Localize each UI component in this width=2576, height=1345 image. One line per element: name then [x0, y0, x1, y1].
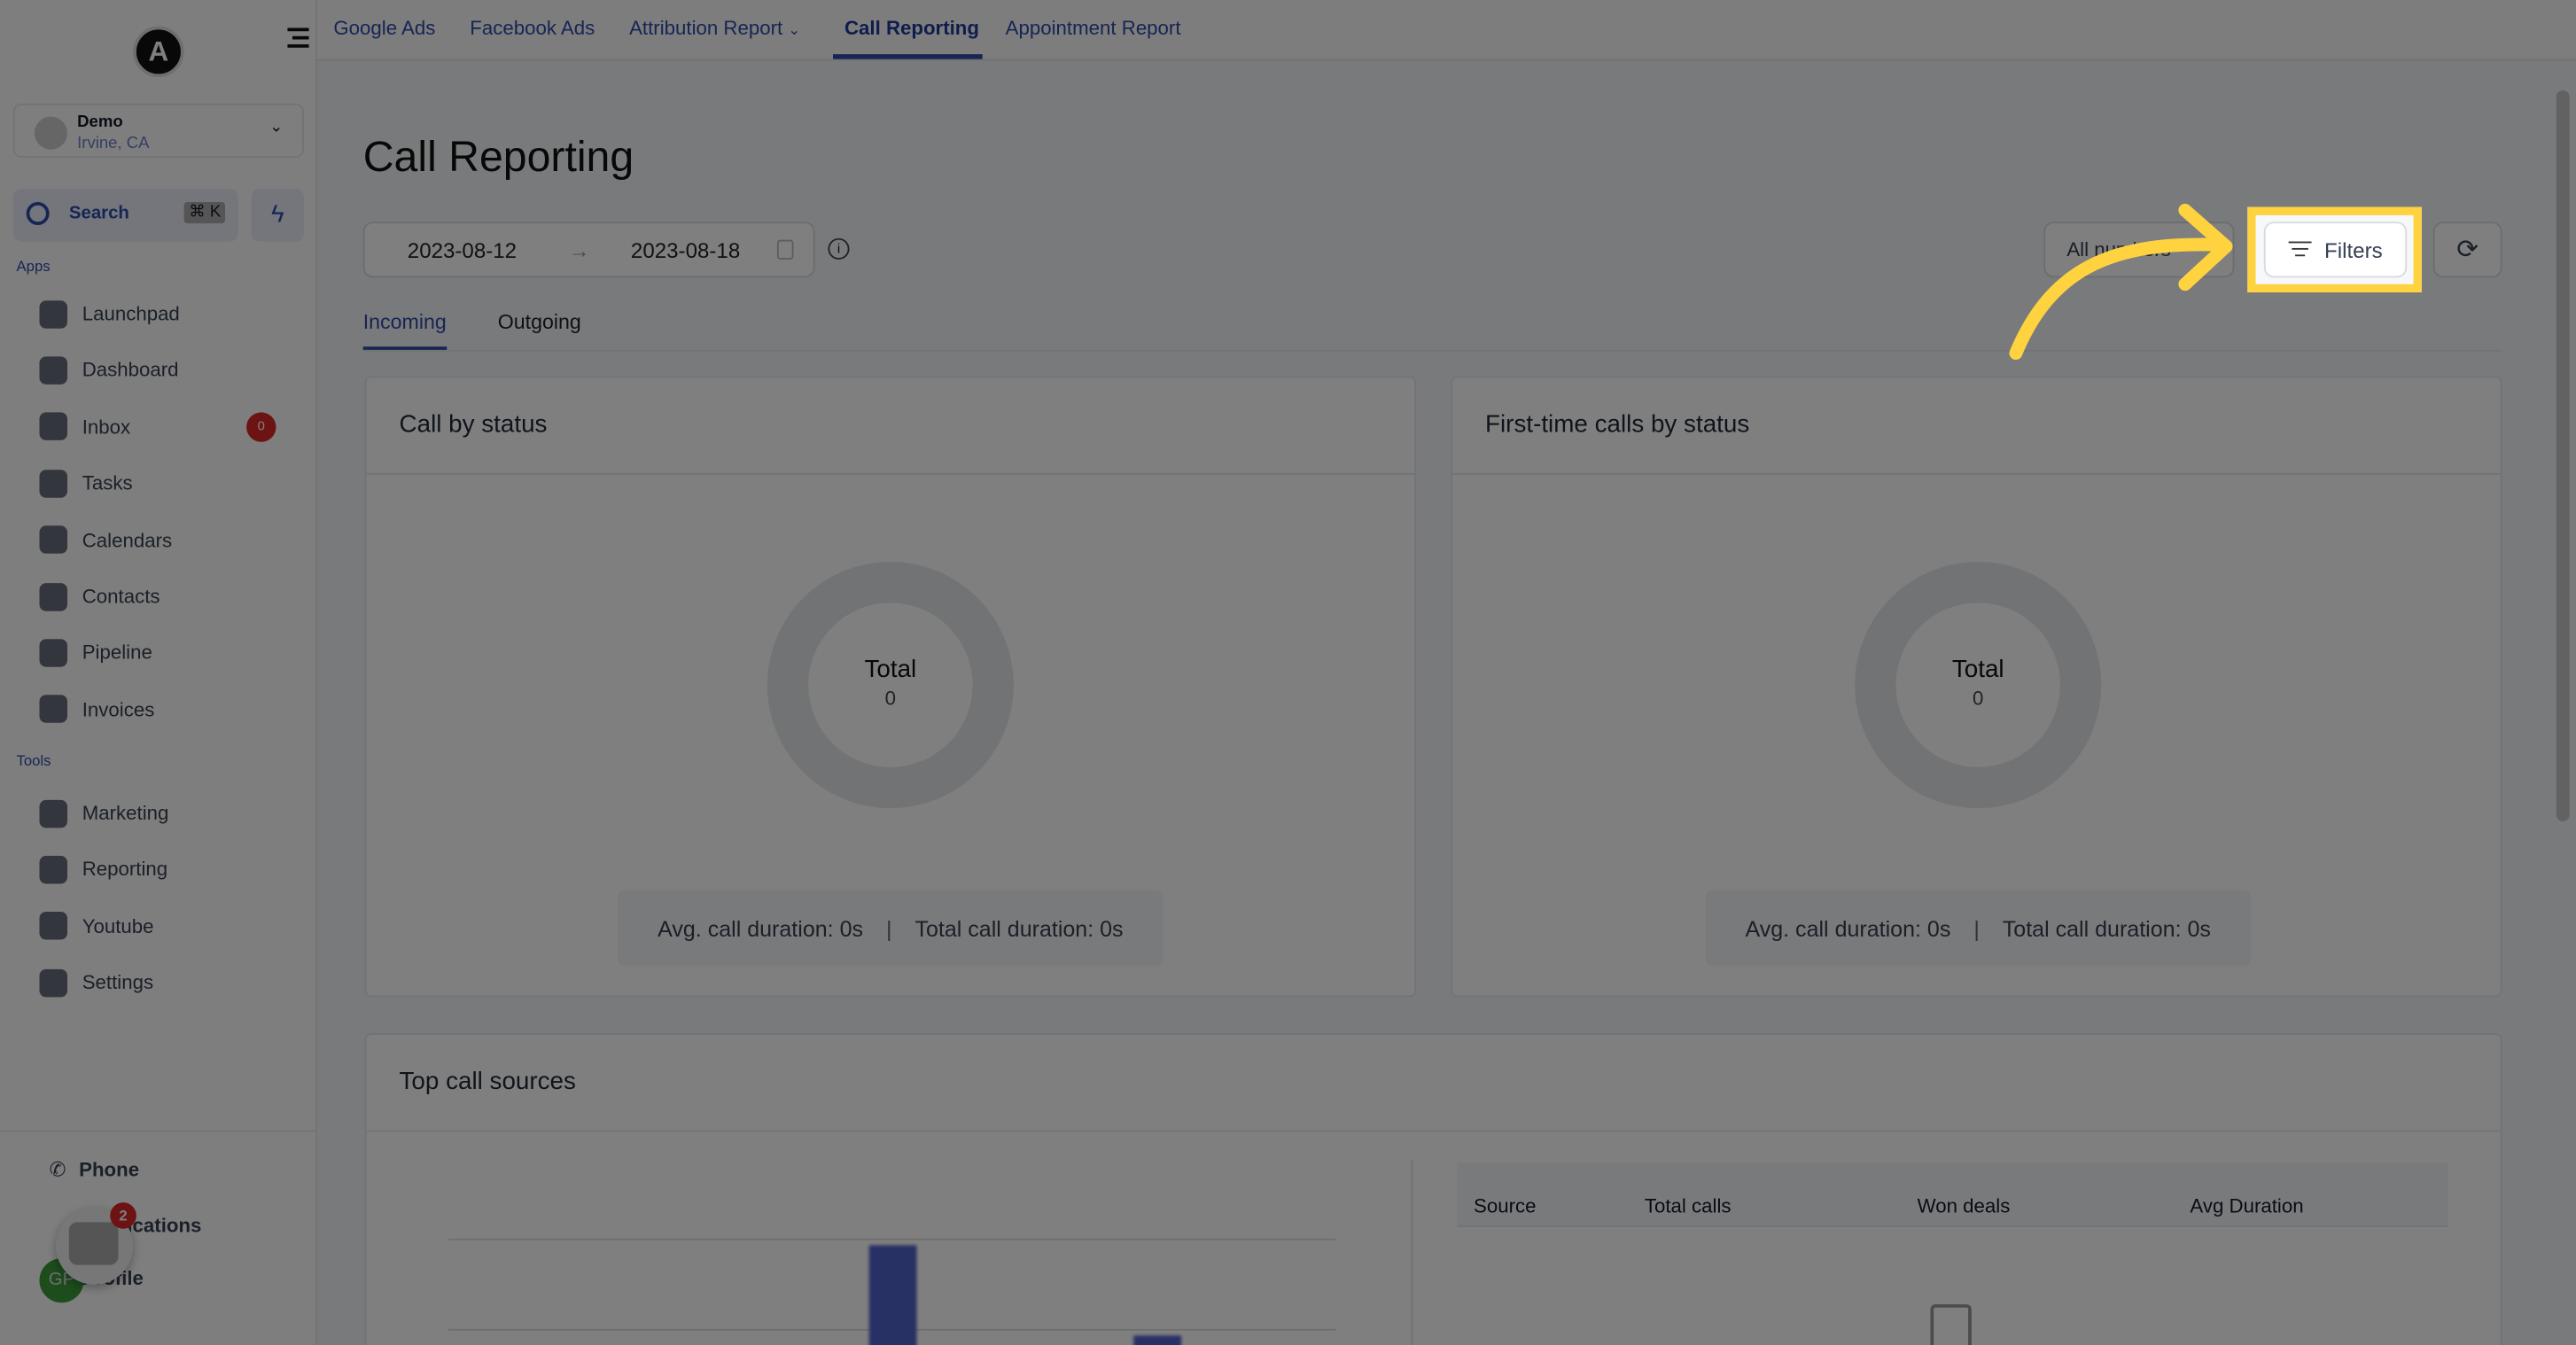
annotation-arrow-icon — [2009, 203, 2233, 361]
